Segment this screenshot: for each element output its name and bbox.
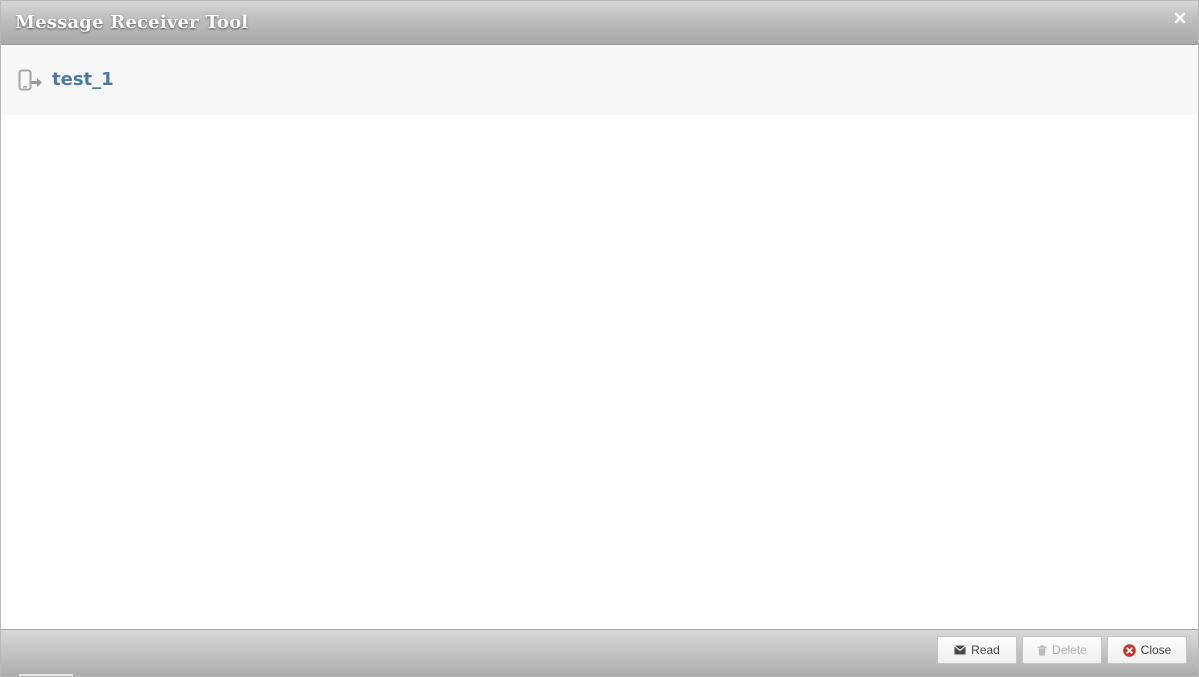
envelope-icon <box>954 645 967 655</box>
trash-icon <box>1037 644 1047 656</box>
footer-handle <box>19 674 73 676</box>
device-header: test_1 <box>2 45 1197 115</box>
device-name: test_1 <box>52 69 114 90</box>
delete-button-label: Delete <box>1052 643 1087 657</box>
read-button[interactable]: Read <box>937 636 1017 664</box>
dialog-footer: Read Delete Close <box>1 629 1198 676</box>
dialog-titlebar[interactable]: Message Receiver Tool <box>1 1 1198 45</box>
close-x-icon[interactable] <box>1172 10 1188 26</box>
circle-x-icon <box>1122 643 1136 657</box>
message-receiver-dialog: Message Receiver Tool test_1 Read Delete… <box>0 0 1199 677</box>
close-button-label: Close <box>1140 643 1172 657</box>
message-list-area <box>2 115 1197 629</box>
delete-button[interactable]: Delete <box>1022 636 1102 664</box>
read-button-label: Read <box>971 643 1000 657</box>
dialog-title: Message Receiver Tool <box>15 12 249 33</box>
mobile-arrow-icon <box>18 69 44 93</box>
close-button[interactable]: Close <box>1107 636 1187 664</box>
